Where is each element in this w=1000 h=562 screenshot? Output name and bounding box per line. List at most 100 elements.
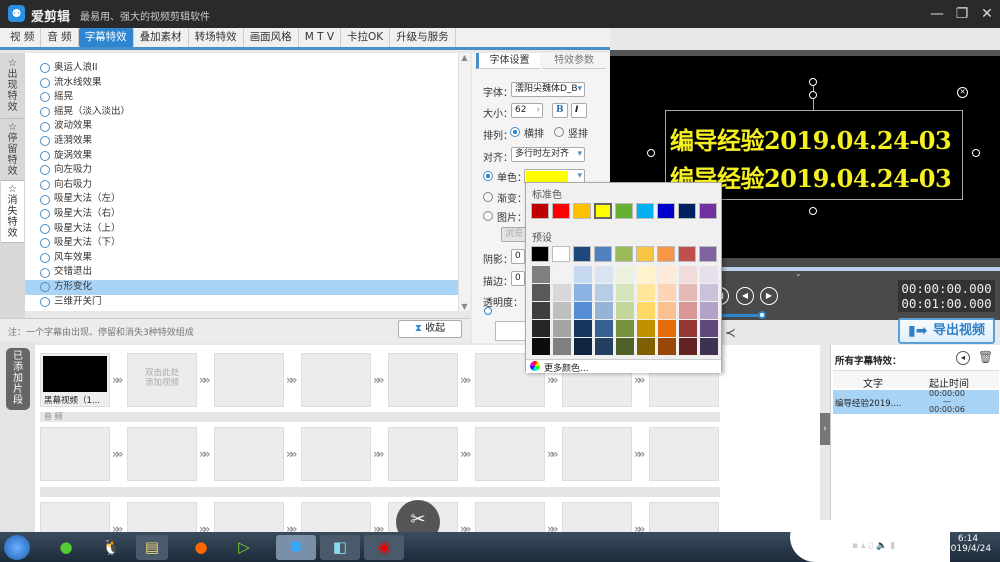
shade-color-swatch[interactable] [700, 320, 718, 337]
shade-color-swatch[interactable] [658, 266, 676, 283]
shade-color-swatch[interactable] [658, 284, 676, 301]
shade-color-swatch[interactable] [574, 302, 592, 319]
shade-color-swatch[interactable] [616, 338, 634, 355]
subtitle-row[interactable]: 编导经验2019.... 00:00:00—00:00:06 [833, 390, 999, 414]
effect-category-tab[interactable]: ☆ 停留特效 [1, 119, 24, 181]
standard-color-swatch[interactable] [636, 203, 654, 219]
rotate-handle[interactable] [809, 78, 817, 86]
shade-color-swatch[interactable] [595, 302, 613, 319]
shade-color-swatch[interactable] [595, 320, 613, 337]
start-button[interactable] [4, 535, 30, 560]
effect-item[interactable]: 摇晃 [25, 90, 458, 105]
shade-color-swatch[interactable] [658, 302, 676, 319]
gradient-radio[interactable]: 渐变： [483, 190, 527, 205]
back-icon[interactable]: ◂ [956, 351, 970, 365]
effect-item[interactable]: 波动效果 [25, 119, 458, 134]
standard-color-swatch[interactable] [531, 203, 549, 219]
shade-color-swatch[interactable] [574, 284, 592, 301]
firefox-icon[interactable]: ● [185, 535, 217, 560]
standard-color-swatch[interactable] [678, 203, 696, 219]
preset-color-swatch[interactable] [657, 246, 675, 262]
standard-color-swatch[interactable] [573, 203, 591, 219]
shade-color-swatch[interactable] [679, 338, 697, 355]
shade-color-swatch[interactable] [532, 338, 550, 355]
share-icon[interactable]: ≺ [725, 326, 736, 341]
preset-color-swatch[interactable] [552, 246, 570, 262]
effect-item[interactable]: 旋涡效果 [25, 149, 458, 164]
notepad-icon[interactable]: ◧ [320, 535, 360, 560]
effect-item[interactable]: 方形变化 [25, 279, 458, 295]
effect-item[interactable]: 流水线效果 [25, 76, 458, 91]
next-frame-icon[interactable]: ▶ [760, 287, 778, 305]
align-select[interactable]: 多行时左对齐 ▾ [511, 147, 585, 162]
effect-item[interactable]: 吸星大法（左） [25, 192, 458, 207]
standard-color-swatch[interactable] [699, 203, 717, 219]
timeline-slot[interactable] [301, 427, 371, 481]
shade-color-swatch[interactable] [700, 284, 718, 301]
aijianji-taskbar-icon[interactable]: ⚉ [276, 535, 316, 560]
shade-color-swatch[interactable] [553, 284, 571, 301]
shade-color-swatch[interactable] [679, 320, 697, 337]
resize-handle-right[interactable] [972, 149, 980, 157]
shade-color-swatch[interactable] [700, 338, 718, 355]
clock-date[interactable]: 2019/4/24 [940, 544, 996, 554]
stroke-input[interactable]: 0 [511, 271, 525, 286]
scroll-down-icon[interactable]: ▼ [459, 302, 470, 311]
timeline-slot[interactable] [214, 427, 284, 481]
size-input[interactable]: 62 › [511, 103, 543, 118]
preset-color-swatch[interactable] [699, 246, 717, 262]
timeline-slot[interactable] [475, 427, 545, 481]
media-player-icon[interactable]: ▷ [228, 535, 260, 560]
collapse-button[interactable]: ⧗ 收起 [398, 320, 462, 338]
timeline-slot[interactable] [40, 427, 110, 481]
resize-handle-bottom[interactable] [809, 207, 817, 215]
standard-color-swatch[interactable] [594, 203, 612, 219]
close-button[interactable]: ✕ [976, 4, 998, 24]
shade-color-swatch[interactable] [595, 266, 613, 283]
chevron-down-icon[interactable]: ⌄ [795, 270, 815, 278]
preset-color-swatch[interactable] [573, 246, 591, 262]
restore-button[interactable]: ❐ [951, 4, 973, 24]
bold-button[interactable]: B [552, 103, 568, 118]
app-icon-green[interactable]: ● [50, 535, 82, 560]
shade-color-swatch[interactable] [574, 266, 592, 283]
preset-color-swatch[interactable] [594, 246, 612, 262]
effect-item[interactable]: 吸星大法（上） [25, 222, 458, 237]
standard-color-swatch[interactable] [657, 203, 675, 219]
shade-color-swatch[interactable] [616, 266, 634, 283]
scroll-up-icon[interactable]: ▲ [459, 53, 470, 62]
effect-item[interactable]: 吸星大法（右） [25, 207, 458, 222]
menu-tab[interactable]: M T V [299, 28, 342, 47]
previous-frame-icon[interactable]: ◀ [736, 287, 754, 305]
shade-color-swatch[interactable] [616, 284, 634, 301]
effect-list-scrollbar[interactable]: ▲ ▼ [458, 53, 470, 311]
effect-item[interactable]: 向左吸力 [25, 163, 458, 178]
resize-handle-top[interactable] [809, 91, 817, 99]
shade-color-swatch[interactable] [679, 284, 697, 301]
shade-color-swatch[interactable] [553, 338, 571, 355]
preset-color-swatch[interactable] [615, 246, 633, 262]
shade-color-swatch[interactable] [637, 302, 655, 319]
timeline-slot[interactable] [562, 427, 632, 481]
delete-caption-icon[interactable]: ✕ [957, 87, 968, 98]
timeline-slot[interactable] [388, 353, 458, 407]
timeline-slot[interactable] [649, 427, 719, 481]
clock-time[interactable]: 6:14 [940, 534, 996, 544]
export-video-button[interactable]: ▮➡ 导出视频 [898, 318, 995, 344]
effect-category-tab[interactable]: ☆ 消失特效 [1, 181, 24, 243]
solid-color-radio[interactable]: 单色： [483, 169, 527, 184]
shade-color-swatch[interactable] [595, 284, 613, 301]
shade-color-swatch[interactable] [700, 302, 718, 319]
preset-color-swatch[interactable] [678, 246, 696, 262]
file-explorer-icon[interactable]: ▤ [136, 535, 168, 560]
shade-color-swatch[interactable] [637, 284, 655, 301]
menu-tab[interactable]: 转场特效 [189, 28, 244, 47]
preset-color-swatch[interactable] [636, 246, 654, 262]
effect-item[interactable]: 摇晃（淡入淡出） [25, 105, 458, 120]
more-colors-button[interactable]: 更多颜色... [526, 359, 721, 374]
standard-color-swatch[interactable] [552, 203, 570, 219]
shade-color-swatch[interactable] [616, 320, 634, 337]
menu-tab[interactable]: 字幕特效 [78, 28, 134, 47]
minimize-button[interactable]: — [926, 4, 948, 24]
effect-item[interactable]: 涟漪效果 [25, 134, 458, 149]
